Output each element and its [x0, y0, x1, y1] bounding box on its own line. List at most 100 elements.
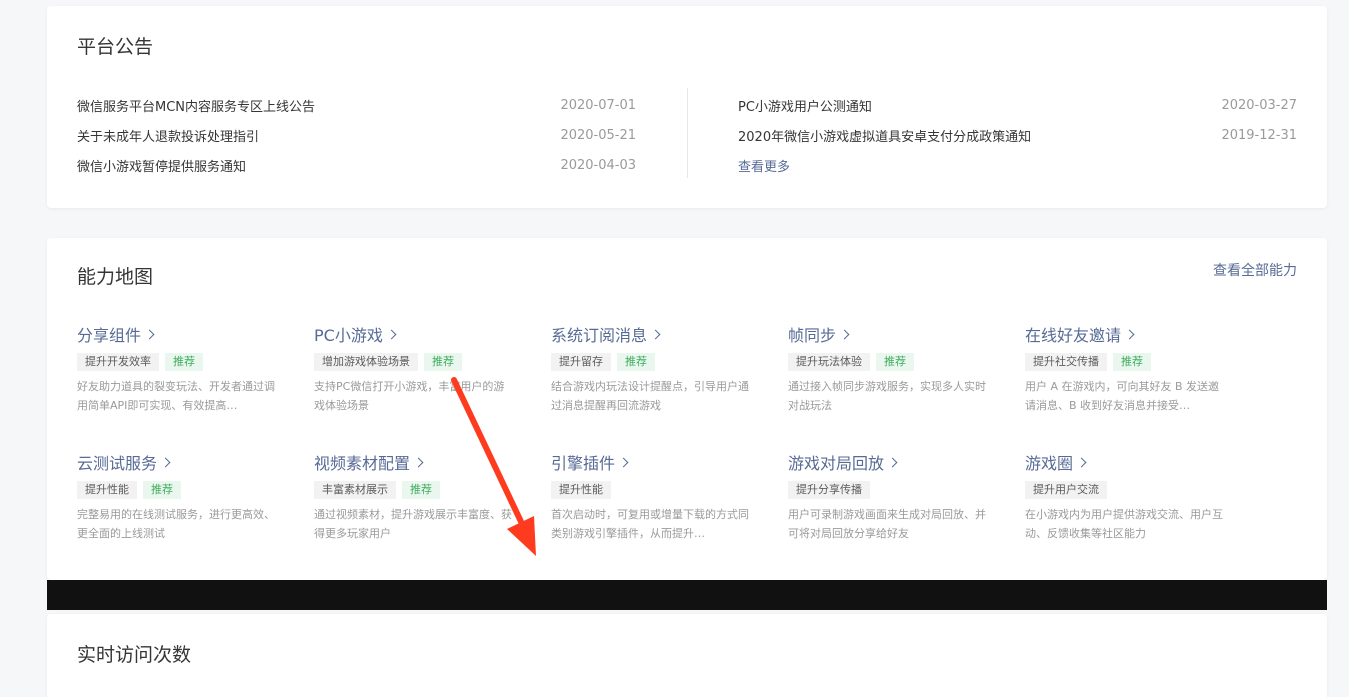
- ability-item: 游戏对局回放 提升分享传播 用户可录制游戏画面来生成对局回放、并可将对局回放分享…: [788, 450, 998, 543]
- notice-more-link[interactable]: 查看更多: [738, 156, 790, 175]
- ability-name-link[interactable]: 分享组件: [77, 322, 155, 346]
- ability-tag: 增加游戏体验场景: [314, 353, 418, 371]
- ability-name: 分享组件: [77, 326, 142, 345]
- ability-tags: 提升开发效率 推荐: [77, 353, 287, 371]
- ability-name: 云测试服务: [77, 454, 158, 473]
- notice-list-left: 微信服务平台MCN内容服务专区上线公告 2020-07-01 关于未成年人退款投…: [77, 90, 636, 180]
- notice-date: 2020-03-27: [1221, 97, 1297, 113]
- ability-name-link[interactable]: 引擎插件: [551, 450, 629, 474]
- notice-divider: [687, 88, 688, 178]
- ability-description: 好友助力道具的裂变玩法、开发者通过调用简单API即可实现、有效提高…: [77, 380, 275, 412]
- recommend-badge: 推荐: [424, 353, 462, 371]
- ability-tag: 提升开发效率: [77, 353, 159, 371]
- ability-item: PC小游戏 增加游戏体验场景 推荐 支持PC微信打开小游戏，丰富用户的游戏体验场…: [314, 322, 524, 415]
- chevron-right-icon: [144, 329, 155, 340]
- chevron-right-icon: [839, 329, 850, 340]
- ability-tag: 提升性能: [551, 481, 611, 499]
- realtime-visits-card: 实时访问次数: [47, 614, 1327, 697]
- ability-name-link[interactable]: 云测试服务: [77, 450, 171, 474]
- platform-notice-card: 平台公告 微信服务平台MCN内容服务专区上线公告 2020-07-01 关于未成…: [47, 6, 1327, 208]
- ability-name: 游戏圈: [1025, 454, 1074, 473]
- ability-description: 通过视频素材，提升游戏展示丰富度、获得更多玩家用户: [314, 508, 512, 540]
- ability-item: 游戏圈 提升用户交流 在小游戏内为用户提供游戏交流、用户互动、反馈收集等社区能力: [1025, 450, 1235, 543]
- ability-card-title: 能力地图: [77, 266, 154, 288]
- notice-card-title: 平台公告: [77, 36, 154, 58]
- recommend-badge: 推荐: [876, 353, 914, 371]
- ability-name: 帧同步: [788, 326, 837, 345]
- chevron-right-icon: [650, 329, 661, 340]
- ability-description: 完整易用的在线测试服务，进行更高效、更全面的上线测试: [77, 508, 275, 540]
- ability-item: 在线好友邀请 提升社交传播 推荐 用户 A 在游戏内，可向其好友 B 发送邀请消…: [1025, 322, 1235, 415]
- chevron-right-icon: [160, 457, 171, 468]
- notice-title[interactable]: 2020年微信小游戏虚拟道具安卓支付分成政策通知: [738, 126, 1031, 145]
- ability-name-link[interactable]: 帧同步: [788, 322, 850, 346]
- notice-more-row: 查看更多: [738, 150, 1297, 180]
- notice-row[interactable]: 2020年微信小游戏虚拟道具安卓支付分成政策通知 2019-12-31: [738, 120, 1297, 150]
- ability-item: 系统订阅消息 提升留存 推荐 结合游戏内玩法设计提醒点，引导用户通过消息提醒再回…: [551, 322, 761, 415]
- ability-tag: 提升玩法体验: [788, 353, 870, 371]
- ability-name: 视频素材配置: [314, 454, 411, 473]
- ability-item: 帧同步 提升玩法体验 推荐 通过接入帧同步游戏服务，实现多人实时对战玩法: [788, 322, 998, 415]
- ability-name-link[interactable]: 游戏圈: [1025, 450, 1087, 474]
- notice-row[interactable]: 微信小游戏暂停提供服务通知 2020-04-03: [77, 150, 636, 180]
- ability-tags: 提升性能: [551, 481, 761, 499]
- ability-item: 视频素材配置 丰富素材展示 推荐 通过视频素材，提升游戏展示丰富度、获得更多玩家…: [314, 450, 524, 543]
- ability-item: 分享组件 提升开发效率 推荐 好友助力道具的裂变玩法、开发者通过调用简单API即…: [77, 322, 287, 415]
- chevron-right-icon: [618, 457, 629, 468]
- chevron-right-icon: [887, 457, 898, 468]
- notice-row[interactable]: 微信服务平台MCN内容服务专区上线公告 2020-07-01: [77, 90, 636, 120]
- ability-tags: 丰富素材展示 推荐: [314, 481, 524, 499]
- ability-name: 引擎插件: [551, 454, 616, 473]
- ability-tags: 提升留存 推荐: [551, 353, 761, 371]
- recommend-badge: 推荐: [402, 481, 440, 499]
- ability-name: 系统订阅消息: [551, 326, 648, 345]
- ability-tag: 提升性能: [77, 481, 137, 499]
- ability-name-link[interactable]: 视频素材配置: [314, 450, 424, 474]
- chevron-right-icon: [1076, 457, 1087, 468]
- ability-item: 云测试服务 提升性能 推荐 完整易用的在线测试服务，进行更高效、更全面的上线测试: [77, 450, 287, 543]
- chevron-right-icon: [1124, 329, 1135, 340]
- recommend-badge: 推荐: [1113, 353, 1151, 371]
- ability-name: 在线好友邀请: [1025, 326, 1122, 345]
- ability-tags: 提升性能 推荐: [77, 481, 287, 499]
- chevron-right-icon: [413, 457, 424, 468]
- ability-description: 用户 A 在游戏内，可向其好友 B 发送邀请消息、B 收到好友消息并接受…: [1025, 380, 1220, 412]
- notice-title[interactable]: 关于未成年人退款投诉处理指引: [77, 126, 259, 145]
- ability-tags: 提升玩法体验 推荐: [788, 353, 998, 371]
- notice-title[interactable]: 微信小游戏暂停提供服务通知: [77, 156, 246, 175]
- ability-name-link[interactable]: 在线好友邀请: [1025, 322, 1135, 346]
- ability-item: 引擎插件 提升性能 首次启动时，可复用或增量下载的方式同类别游戏引擎插件，从而提…: [551, 450, 761, 543]
- ability-name: 游戏对局回放: [788, 454, 885, 473]
- recommend-badge: 推荐: [617, 353, 655, 371]
- realtime-card-title: 实时访问次数: [77, 644, 192, 666]
- notice-list-right: PC小游戏用户公测通知 2020-03-27 2020年微信小游戏虚拟道具安卓支…: [738, 90, 1297, 180]
- chevron-right-icon: [386, 329, 397, 340]
- notice-date: 2020-07-01: [560, 97, 636, 113]
- ability-tag: 提升社交传播: [1025, 353, 1107, 371]
- ability-tags: 提升分享传播: [788, 481, 998, 499]
- recommend-badge: 推荐: [143, 481, 181, 499]
- ability-tag: 提升分享传播: [788, 481, 870, 499]
- ability-name-link[interactable]: 游戏对局回放: [788, 450, 898, 474]
- black-band: [47, 580, 1327, 610]
- notice-row[interactable]: 关于未成年人退款投诉处理指引 2020-05-21: [77, 120, 636, 150]
- ability-name-link[interactable]: 系统订阅消息: [551, 322, 661, 346]
- notice-title[interactable]: 微信服务平台MCN内容服务专区上线公告: [77, 96, 315, 115]
- ability-description: 结合游戏内玩法设计提醒点，引导用户通过消息提醒再回流游戏: [551, 380, 749, 412]
- notice-date: 2019-12-31: [1221, 127, 1297, 143]
- view-all-abilities-link[interactable]: 查看全部能力: [1213, 260, 1297, 280]
- ability-description: 首次启动时，可复用或增量下载的方式同类别游戏引擎插件，从而提升…: [551, 508, 749, 540]
- ability-name-link[interactable]: PC小游戏: [314, 322, 397, 346]
- ability-description: 支持PC微信打开小游戏，丰富用户的游戏体验场景: [314, 380, 505, 412]
- notice-date: 2020-05-21: [560, 127, 636, 143]
- notice-title[interactable]: PC小游戏用户公测通知: [738, 96, 872, 115]
- notice-row[interactable]: PC小游戏用户公测通知 2020-03-27: [738, 90, 1297, 120]
- ability-name: PC小游戏: [314, 326, 383, 345]
- notice-date: 2020-04-03: [560, 157, 636, 173]
- ability-tag: 提升用户交流: [1025, 481, 1107, 499]
- ability-description: 在小游戏内为用户提供游戏交流、用户互动、反馈收集等社区能力: [1025, 508, 1223, 540]
- ability-description: 用户可录制游戏画面来生成对局回放、并可将对局回放分享给好友: [788, 508, 986, 540]
- ability-tag: 丰富素材展示: [314, 481, 396, 499]
- ability-tags: 提升社交传播 推荐: [1025, 353, 1235, 371]
- ability-tag: 提升留存: [551, 353, 611, 371]
